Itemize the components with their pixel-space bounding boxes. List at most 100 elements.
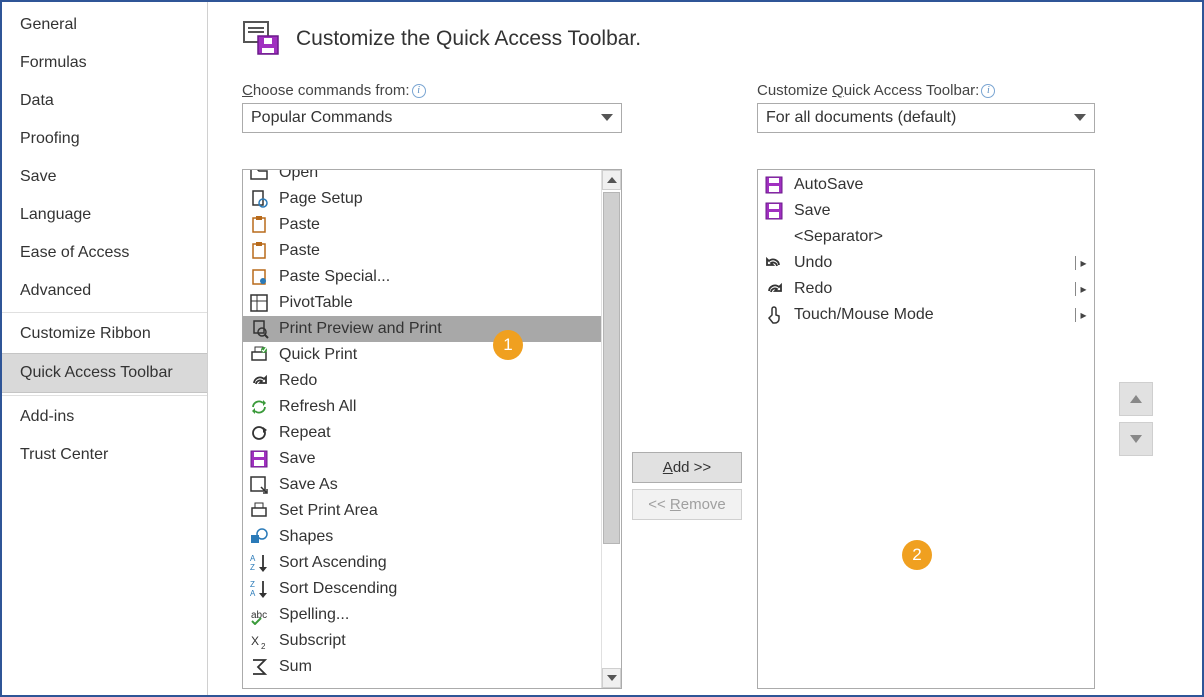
command-item[interactable]: Save bbox=[758, 198, 1094, 224]
command-label: Save As bbox=[279, 476, 615, 494]
command-label: Repeat bbox=[279, 424, 615, 442]
qat-title-icon bbox=[242, 20, 282, 58]
sidebar-item-ease-of-access[interactable]: Ease of Access bbox=[2, 234, 207, 272]
remove-button[interactable]: << Remove bbox=[632, 489, 742, 520]
svg-text:2: 2 bbox=[261, 642, 266, 651]
autosave-icon bbox=[762, 174, 786, 196]
command-item[interactable]: <Separator> bbox=[758, 224, 1094, 250]
command-item[interactable]: X2 Subscript bbox=[243, 628, 621, 654]
scroll-thumb[interactable] bbox=[603, 192, 620, 544]
command-item[interactable]: abc Spelling... bbox=[243, 602, 621, 628]
current-qat-list[interactable]: AutoSaveSave<Separator>Undo▸Redo▸Touch/M… bbox=[757, 169, 1095, 689]
customize-qat-value: For all documents (default) bbox=[766, 109, 956, 127]
command-item[interactable]: Open bbox=[243, 169, 621, 186]
command-item[interactable]: Shapes▸ bbox=[243, 524, 621, 550]
page-title: Customize the Quick Access Toolbar. bbox=[296, 27, 641, 51]
paste-icon bbox=[247, 214, 271, 236]
print-preview-icon bbox=[247, 318, 271, 340]
command-label: Open bbox=[279, 169, 615, 182]
command-item[interactable]: Paste bbox=[243, 212, 621, 238]
command-label: Refresh All bbox=[279, 398, 615, 416]
save-as-icon bbox=[247, 474, 271, 496]
sidebar-item-language[interactable]: Language bbox=[2, 196, 207, 234]
command-item[interactable]: Redo▸ bbox=[243, 368, 621, 394]
sidebar-item-add-ins[interactable]: Add-ins bbox=[2, 398, 207, 436]
svg-text:X: X bbox=[251, 634, 259, 648]
command-label: Set Print Area bbox=[279, 502, 615, 520]
command-item[interactable]: Redo▸ bbox=[758, 276, 1094, 302]
main-panel: Customize the Quick Access Toolbar. Choo… bbox=[207, 2, 1202, 695]
undo-icon bbox=[762, 252, 786, 274]
touch-icon bbox=[762, 304, 786, 326]
separator-icon bbox=[762, 226, 786, 248]
scroll-down-button[interactable] bbox=[602, 668, 621, 688]
command-label: Sum bbox=[279, 658, 615, 676]
redo-icon bbox=[762, 278, 786, 300]
choose-commands-select[interactable]: Popular Commands bbox=[242, 103, 622, 133]
command-item[interactable]: Repeat bbox=[243, 420, 621, 446]
sidebar-item-data[interactable]: Data bbox=[2, 82, 207, 120]
command-label: Sort Ascending bbox=[279, 554, 615, 572]
command-label: Shapes bbox=[279, 528, 601, 546]
submenu-indicator-icon: ▸ bbox=[1074, 308, 1088, 322]
callout-2: 2 bbox=[902, 540, 932, 570]
command-item[interactable]: Save bbox=[243, 446, 621, 472]
command-item[interactable]: Paste Special... bbox=[243, 264, 621, 290]
command-label: Spelling... bbox=[279, 606, 615, 624]
callout-1: 1 bbox=[493, 330, 523, 360]
scroll-up-button[interactable] bbox=[602, 170, 621, 190]
sum-icon bbox=[247, 656, 271, 678]
svg-text:A: A bbox=[250, 589, 256, 598]
move-up-button[interactable] bbox=[1119, 382, 1153, 416]
sort-desc-icon: ZA bbox=[247, 578, 271, 600]
command-item[interactable]: Undo▸ bbox=[758, 250, 1094, 276]
command-item[interactable]: PivotTable bbox=[243, 290, 621, 316]
command-item[interactable]: Touch/Mouse Mode▸ bbox=[758, 302, 1094, 328]
info-icon[interactable]: i bbox=[412, 84, 426, 98]
sidebar-divider bbox=[2, 312, 207, 313]
command-item[interactable]: ZASort Descending bbox=[243, 576, 621, 602]
chevron-down-icon bbox=[1074, 114, 1086, 122]
command-label: Paste bbox=[279, 242, 601, 260]
available-commands-list[interactable]: OpenPage SetupPastePaste▸Paste Special..… bbox=[242, 169, 622, 689]
sidebar-item-advanced[interactable]: Advanced bbox=[2, 272, 207, 310]
save-icon bbox=[247, 448, 271, 470]
spelling-icon: abc bbox=[247, 604, 271, 626]
command-item[interactable]: Refresh All bbox=[243, 394, 621, 420]
info-icon[interactable]: i bbox=[981, 84, 995, 98]
scrollbar[interactable] bbox=[601, 170, 621, 688]
sidebar-divider bbox=[2, 395, 207, 396]
command-item[interactable]: AutoSave bbox=[758, 172, 1094, 198]
sidebar-item-proofing[interactable]: Proofing bbox=[2, 120, 207, 158]
svg-text:Z: Z bbox=[250, 580, 255, 589]
command-label: Subscript bbox=[279, 632, 615, 650]
submenu-indicator-icon: ▸ bbox=[1074, 256, 1088, 270]
sidebar-item-save[interactable]: Save bbox=[2, 158, 207, 196]
print-area-icon bbox=[247, 500, 271, 522]
sidebar-item-customize-ribbon[interactable]: Customize Ribbon bbox=[2, 315, 207, 353]
sidebar-item-trust-center[interactable]: Trust Center bbox=[2, 436, 207, 474]
sidebar-item-formulas[interactable]: Formulas bbox=[2, 44, 207, 82]
command-item[interactable]: Print Preview and Print bbox=[243, 316, 621, 342]
save-icon bbox=[762, 200, 786, 222]
command-item[interactable]: Paste▸ bbox=[243, 238, 621, 264]
move-down-button[interactable] bbox=[1119, 422, 1153, 456]
choose-commands-value: Popular Commands bbox=[251, 109, 392, 127]
command-label: PivotTable bbox=[279, 294, 615, 312]
command-item[interactable]: Page Setup bbox=[243, 186, 621, 212]
sidebar-item-general[interactable]: General bbox=[2, 6, 207, 44]
command-label: Save bbox=[279, 450, 615, 468]
command-item[interactable]: Save As bbox=[243, 472, 621, 498]
sidebar-item-quick-access-toolbar[interactable]: Quick Access Toolbar bbox=[2, 353, 207, 393]
command-label: Redo bbox=[794, 280, 1074, 298]
customize-qat-select[interactable]: For all documents (default) bbox=[757, 103, 1095, 133]
command-label: Paste bbox=[279, 216, 615, 234]
svg-text:Z: Z bbox=[250, 563, 255, 572]
command-item[interactable]: Set Print Area bbox=[243, 498, 621, 524]
add-button[interactable]: Add >> bbox=[632, 452, 742, 483]
command-item[interactable]: AZSort Ascending bbox=[243, 550, 621, 576]
submenu-indicator-icon: ▸ bbox=[1074, 282, 1088, 296]
command-item[interactable]: Sum bbox=[243, 654, 621, 680]
command-label: Save bbox=[794, 202, 1088, 220]
command-item[interactable]: Quick Print bbox=[243, 342, 621, 368]
